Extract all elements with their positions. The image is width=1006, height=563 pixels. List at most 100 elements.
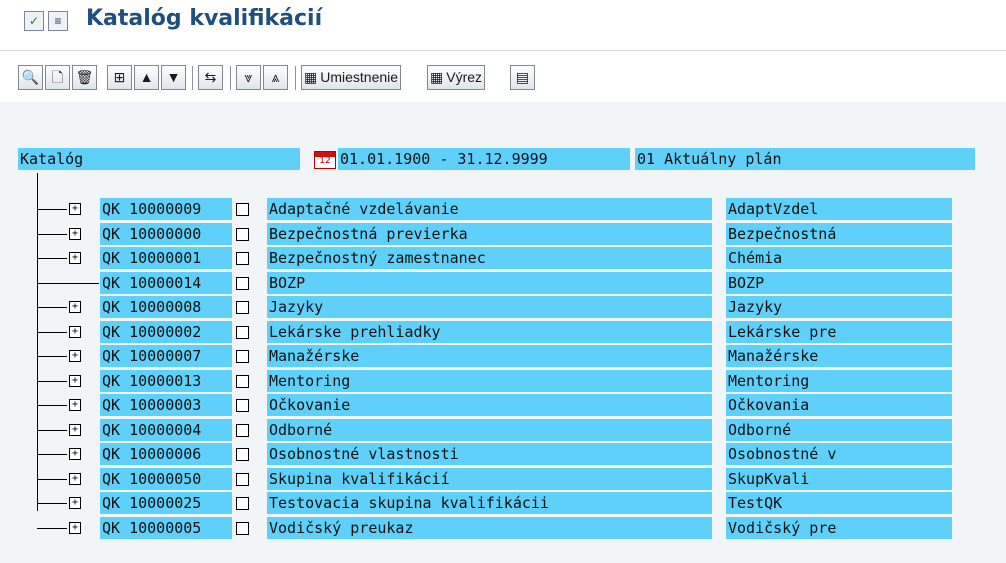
row-checkbox[interactable] — [236, 497, 249, 510]
row-checkbox[interactable] — [236, 522, 249, 535]
expand-node-icon[interactable]: + — [69, 522, 81, 534]
row-checkbox[interactable] — [236, 448, 249, 461]
row-short-name[interactable]: Odborné — [726, 419, 952, 441]
expand-node-icon[interactable]: + — [69, 448, 81, 460]
row-short-name[interactable]: TestQK — [726, 492, 952, 514]
plan-label[interactable]: 01 Aktuálny plán — [635, 148, 975, 170]
row-short-name[interactable]: Manažérske — [726, 345, 952, 367]
row-id[interactable]: QK 10000013 — [100, 370, 232, 392]
options-icon[interactable]: ≡ — [48, 11, 68, 31]
row-short-name[interactable]: Vodičský pre — [726, 517, 952, 539]
relocate-button[interactable]: ⇆ — [198, 65, 223, 90]
row-short-name[interactable]: Očkovania — [726, 394, 952, 416]
expand-node-icon[interactable]: + — [69, 301, 81, 313]
expand-node-icon[interactable]: + — [69, 228, 81, 240]
expand-all-button[interactable]: ⩔ — [236, 65, 261, 90]
row-id[interactable]: QK 10000009 — [100, 198, 232, 220]
collapse-all-button[interactable]: ⩓ — [263, 65, 288, 90]
row-name[interactable]: Manažérske — [267, 345, 712, 367]
arrows-icon: ⇆ — [204, 69, 217, 85]
expand-node-icon[interactable]: + — [69, 497, 81, 509]
row-name[interactable]: Testovacia skupina kvalifikácii — [267, 492, 712, 514]
menu-icon[interactable]: ✓ — [24, 11, 44, 31]
row-short-name[interactable]: Bezpečnostná — [726, 223, 952, 245]
row-short-name[interactable]: Osobnostné v — [726, 443, 952, 465]
row-id[interactable]: QK 10000050 — [100, 468, 232, 490]
row-checkbox[interactable] — [236, 350, 249, 363]
row-short-name[interactable]: Chémia — [726, 247, 952, 269]
expand-node-icon[interactable]: + — [69, 375, 81, 387]
row-short-name[interactable]: SkupKvali — [726, 468, 952, 490]
create-button[interactable]: 🗋 — [45, 65, 70, 90]
row-checkbox[interactable] — [236, 375, 249, 388]
row-name[interactable]: Očkovanie — [267, 394, 712, 416]
details-button[interactable]: ▤ — [510, 65, 535, 90]
tree-branch-line — [37, 307, 67, 308]
expand-node-icon[interactable]: + — [69, 473, 81, 485]
table-icon: ▦ — [304, 69, 318, 85]
row-short-name[interactable]: AdaptVzdel — [726, 198, 952, 220]
tree-branch-line — [37, 479, 67, 480]
expand-node-icon[interactable]: + — [69, 350, 81, 362]
expand-node-icon[interactable]: + — [69, 252, 81, 264]
calendar-icon[interactable]: 12 — [314, 151, 336, 169]
date-range[interactable]: 01.01.1900 - 31.12.9999 — [338, 148, 630, 170]
row-id[interactable]: QK 10000004 — [100, 419, 232, 441]
tree-branch-line — [37, 356, 67, 357]
row-name[interactable]: Adaptačné vzdelávanie — [267, 198, 712, 220]
row-short-name[interactable]: Jazyky — [726, 296, 952, 318]
display-button[interactable]: 🔍 — [18, 65, 43, 90]
row-name[interactable]: Bezpečnostný zamestnanec — [267, 247, 712, 269]
row-name[interactable]: Jazyky — [267, 296, 712, 318]
row-short-name[interactable]: BOZP — [726, 272, 952, 294]
tree-vertical-line — [37, 173, 38, 511]
delete-button[interactable]: 🗑 — [72, 65, 97, 90]
umiestnenie-label: Umiestnenie — [320, 69, 399, 85]
row-id[interactable]: QK 10000007 — [100, 345, 232, 367]
row-checkbox[interactable] — [236, 424, 249, 437]
vyrez-button[interactable]: ▦ Výrez — [427, 65, 486, 90]
toolbar-separator — [192, 66, 193, 90]
row-id[interactable]: QK 10000003 — [100, 394, 232, 416]
row-checkbox[interactable] — [236, 277, 249, 290]
tree-branch-line — [37, 528, 67, 529]
move-up-button[interactable]: ▲ — [134, 65, 159, 90]
expand-node-icon[interactable]: + — [69, 424, 81, 436]
row-id[interactable]: QK 10000002 — [100, 321, 232, 343]
row-checkbox[interactable] — [236, 252, 249, 265]
row-short-name[interactable]: Mentoring — [726, 370, 952, 392]
toolbar-separator — [295, 66, 296, 90]
expand-node-icon[interactable]: + — [69, 326, 81, 338]
row-id[interactable]: QK 10000001 — [100, 247, 232, 269]
row-checkbox[interactable] — [236, 473, 249, 486]
row-name[interactable]: Vodičský preukaz — [267, 517, 712, 539]
row-short-name[interactable]: Lekárske pre — [726, 321, 952, 343]
row-checkbox[interactable] — [236, 301, 249, 314]
row-name[interactable]: Mentoring — [267, 370, 712, 392]
row-name[interactable]: Bezpečnostná previerka — [267, 223, 712, 245]
row-checkbox[interactable] — [236, 399, 249, 412]
row-name[interactable]: Odborné — [267, 419, 712, 441]
catalog-label[interactable]: Katalóg — [18, 148, 300, 170]
row-id[interactable]: QK 10000014 — [100, 272, 232, 294]
row-name[interactable]: BOZP — [267, 272, 712, 294]
row-id[interactable]: QK 10000025 — [100, 492, 232, 514]
row-name[interactable]: Skupina kvalifikácií — [267, 468, 712, 490]
row-checkbox[interactable] — [236, 203, 249, 216]
row-id[interactable]: QK 10000005 — [100, 517, 232, 539]
triangle-down-icon: ▼ — [166, 69, 181, 85]
row-id[interactable]: QK 10000008 — [100, 296, 232, 318]
move-down-button[interactable]: ▼ — [161, 65, 186, 90]
row-name[interactable]: Lekárske prehliadky — [267, 321, 712, 343]
expand-node-icon[interactable]: + — [69, 203, 81, 215]
row-checkbox[interactable] — [236, 228, 249, 241]
row-name[interactable]: Osobnostné vlastnosti — [267, 443, 712, 465]
row-id[interactable]: QK 10000000 — [100, 223, 232, 245]
application-toolbar: 🔍 🗋 🗑 ⊞ ▲ ▼ ⇆ ⩔ ⩓ ▦ Umiestnenie ▦ Výrez ▤ — [0, 52, 1006, 102]
umiestnenie-button[interactable]: ▦ Umiestnenie — [301, 65, 402, 90]
vyrez-label: Výrez — [446, 69, 483, 85]
row-id[interactable]: QK 10000006 — [100, 443, 232, 465]
expand-node-icon[interactable]: + — [69, 399, 81, 411]
structure-button[interactable]: ⊞ — [107, 65, 132, 90]
row-checkbox[interactable] — [236, 326, 249, 339]
